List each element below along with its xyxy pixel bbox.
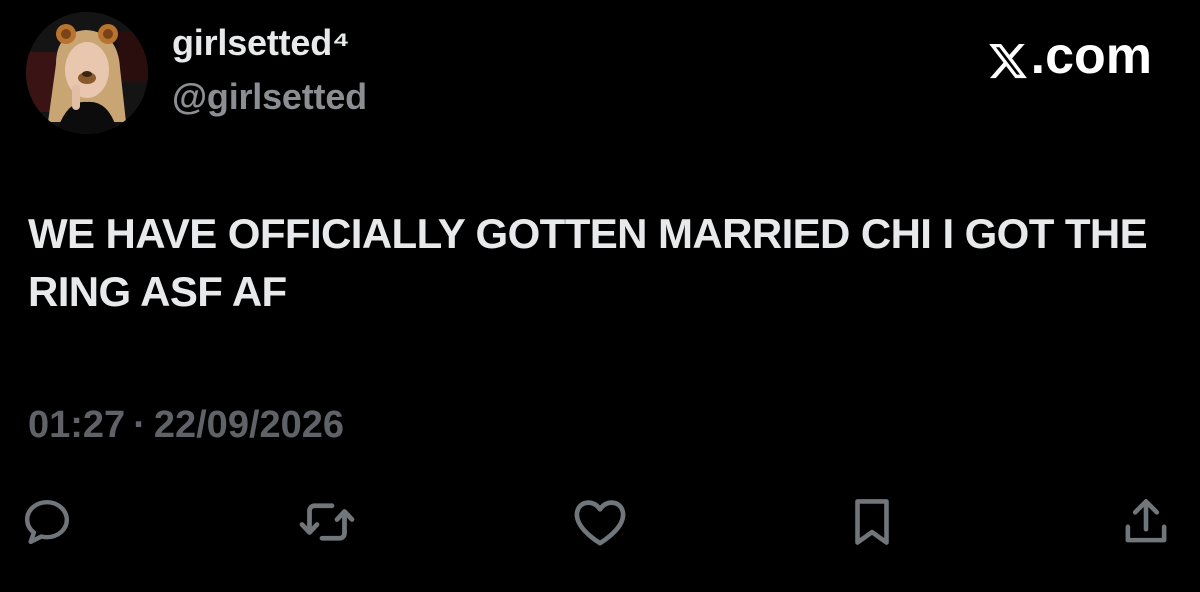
tweet-date: 22/09/2026	[153, 404, 345, 446]
tweet-text: WE HAVE OFFICIALLY GOTTEN MARRIED CHI I …	[28, 210, 1148, 315]
brand-watermark: .com	[987, 26, 1152, 86]
share-button[interactable]	[1114, 490, 1178, 554]
bookmark-icon	[855, 499, 889, 545]
avatar-photo-icon	[26, 12, 148, 134]
avatar[interactable]	[26, 12, 148, 134]
author-display-name[interactable]: girlsetted⁴	[172, 22, 350, 64]
tweet-action-bar	[0, 490, 1200, 554]
like-button[interactable]	[568, 490, 632, 554]
share-icon	[1125, 499, 1167, 543]
x-logo-icon	[987, 35, 1029, 79]
bookmark-button[interactable]	[840, 490, 904, 554]
repost-icon	[299, 503, 355, 541]
brand-label: .com	[1030, 27, 1152, 85]
repost-button[interactable]	[295, 490, 359, 554]
reply-icon	[24, 499, 70, 545]
heart-icon	[574, 500, 626, 546]
tweet-time: 01:27	[28, 404, 126, 446]
reply-button[interactable]	[15, 490, 79, 554]
author-handle[interactable]: @girlsetted	[172, 76, 367, 118]
tweet-timestamp[interactable]: 01:27 · 22/09/2026	[28, 404, 344, 447]
timestamp-separator: ·	[133, 404, 146, 446]
